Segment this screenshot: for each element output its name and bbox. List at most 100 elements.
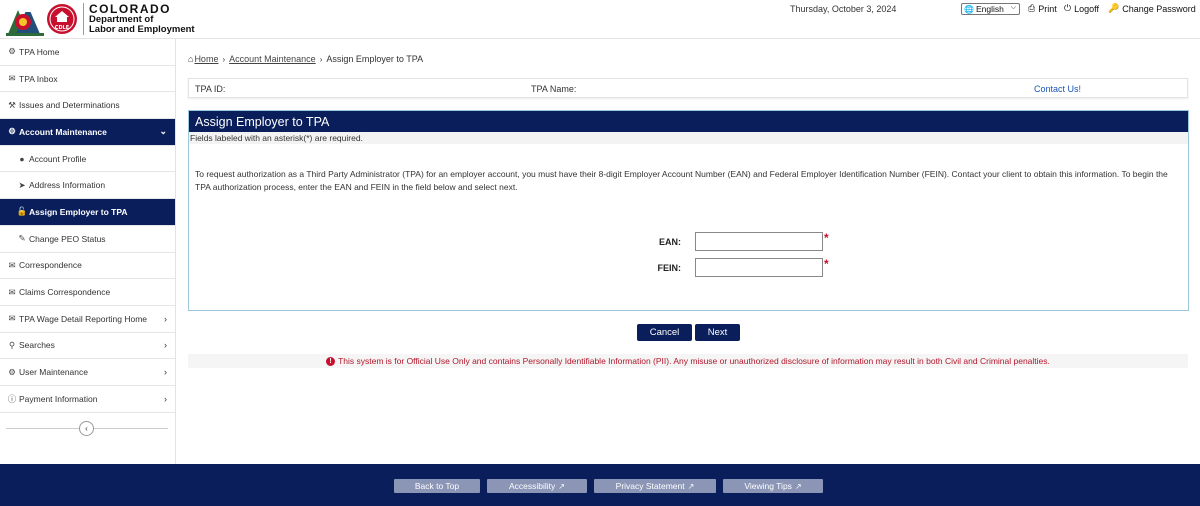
chevron-right-icon: › [319,54,323,64]
sidebar-item-label: Address Information [29,180,106,191]
logo-divider [83,3,84,35]
sidebar-item-address-information[interactable]: ➤ Address Information [0,172,175,200]
print-link[interactable]: ⎙ Print [1028,3,1057,14]
sidebar-item-label: Issues and Determinations [19,100,120,111]
key-icon: 🔑 [1108,3,1120,13]
breadcrumb-parent-link[interactable]: Account Maintenance [229,54,316,64]
tpa-name-label: TPA Name: [531,84,577,94]
chevron-right-icon: › [164,393,167,404]
print-icon: ⎙ [1028,3,1036,13]
lock-icon: 🔓 [16,206,28,217]
envelope-icon: ✉ [8,259,16,270]
sidebar-item-wage-detail[interactable]: ✉ TPA Wage Detail Reporting Home › [0,306,175,333]
edit-icon: ✎ [18,233,26,244]
required-asterisk: * [824,256,829,271]
chevron-right-icon: › [164,313,167,324]
sidebar-item-label: Account Maintenance [19,126,107,137]
gavel-icon: ⚒ [8,99,16,110]
sidebar-item-payment-information[interactable]: ⓘ Payment Information › [0,386,175,413]
breadcrumb-home-link[interactable]: Home [194,54,218,64]
sidebar-item-account-profile[interactable]: ● Account Profile [0,146,175,173]
pii-notice-text: This system is for Official Use Only and… [338,356,1050,366]
sidebar-item-tpa-home[interactable]: ⚙ TPA Home [0,39,175,66]
sidebar-item-account-maintenance[interactable]: ⚙ Account Maintenance ⌄ [0,119,175,146]
breadcrumb-current: Assign Employer to TPA [326,54,424,64]
location-arrow-icon: ➤ [18,179,26,190]
sidebar-item-searches[interactable]: ⚲ Searches › [0,333,175,360]
sidebar-item-label: Assign Employer to TPA [29,206,128,217]
pii-notice: ! This system is for Official Use Only a… [188,354,1188,368]
sidebar-item-issues[interactable]: ⚒ Issues and Determinations [0,92,175,120]
chevron-down-icon: ⌄ [159,126,167,137]
sidebar-item-tpa-inbox[interactable]: ✉ TPA Inbox [0,66,175,93]
change-password-label: Change Password [1122,3,1196,14]
cdle-logo[interactable]: CDLE COLORADO Department of Labor and Em… [6,2,195,36]
sidebar-item-change-peo-status[interactable]: ✎ Change PEO Status [0,226,175,253]
external-link-icon: ↗ [558,481,565,491]
print-label: Print [1038,3,1057,14]
sidebar-item-label: Claims Correspondence [19,287,111,298]
tpa-id-label: TPA ID: [195,84,226,94]
ean-label: EAN: [659,236,681,247]
fein-label: FEIN: [657,262,682,273]
envelope-icon: ✉ [8,313,16,324]
fein-row: FEIN: * [641,256,829,277]
privacy-statement-label: Privacy Statement [615,481,685,491]
sidebar-item-label: Correspondence [19,260,82,271]
envelope-icon: ✉ [8,73,16,84]
sidebar-item-user-maintenance[interactable]: ⚙ User Maintenance › [0,359,175,386]
sidebar-item-correspondence[interactable]: ✉ Correspondence [0,253,175,280]
sidebar-item-assign-employer[interactable]: 🔓 Assign Employer to TPA [0,199,175,226]
sidebar-item-label: TPA Wage Detail Reporting Home [19,313,148,324]
language-value: English [975,4,1004,14]
sidebar-item-label: User Maintenance [19,367,88,378]
page-footer: Back to Top Accessibility ↗ Privacy Stat… [0,464,1200,506]
user-icon: ● [19,153,25,164]
chevron-left-icon: ‹ [85,424,88,433]
power-icon: ⏻ [1064,3,1072,13]
page-header: CDLE COLORADO Department of Labor and Em… [0,0,1200,39]
logo-line3: Labor and Employment [89,24,195,36]
required-asterisk: * [824,230,829,245]
sidebar-item-label: Account Profile [29,153,87,164]
back-to-top-label: Back to Top [414,481,460,491]
chevron-right-icon: › [164,340,167,351]
logoff-link[interactable]: ⏻ Logoff [1064,3,1099,14]
envelope-icon: ✉ [8,286,16,297]
cogs-icon: ⚙ [8,366,16,377]
ean-row: EAN: * [641,230,829,251]
cdle-seal-icon: CDLE [47,4,77,34]
next-button[interactable]: Next [695,324,740,341]
cogs-icon: ⚙ [8,126,16,137]
current-date: Thursday, October 3, 2024 [790,4,897,14]
change-password-link[interactable]: 🔑 Change Password [1108,3,1196,14]
contact-us-link[interactable]: Contact Us! [1034,84,1081,94]
cancel-button[interactable]: Cancel [637,324,692,341]
chevron-right-icon: › [164,367,167,378]
sidebar-collapse-button[interactable]: ‹ [79,421,94,436]
panel-instructions: To request authorization as a Third Part… [195,169,1168,192]
tpa-info-bar: TPA ID: TPA Name: Contact Us! [188,78,1188,98]
fein-input[interactable] [695,258,823,277]
sidebar-item-label: Change PEO Status [29,233,106,244]
svg-text:CDLE: CDLE [55,25,70,31]
globe-icon: 🌐 [964,4,974,14]
external-link-icon: ↗ [687,481,695,491]
back-to-top-button[interactable]: Back to Top [394,479,480,493]
colorado-flag-icon [6,6,44,36]
sidebar-item-claims-correspondence[interactable]: ✉ Claims Correspondence [0,279,175,306]
chevron-right-icon: › [222,54,226,64]
home-icon: ⌂ [188,54,194,64]
external-link-icon: ↗ [794,481,802,491]
privacy-statement-button[interactable]: Privacy Statement ↗ [594,479,716,493]
viewing-tips-label: Viewing Tips [744,481,792,491]
sidebar-item-label: Searches [19,340,55,351]
accessibility-label: Accessibility [509,481,556,491]
language-select[interactable]: 🌐 English ⌵ [961,3,1020,15]
info-circle-icon: ⓘ [7,393,17,404]
sidebar-item-label: Payment Information [19,393,98,404]
search-icon: ⚲ [8,339,16,350]
viewing-tips-button[interactable]: Viewing Tips ↗ [723,479,823,493]
accessibility-button[interactable]: Accessibility ↗ [487,479,587,493]
ean-input[interactable] [695,232,823,251]
